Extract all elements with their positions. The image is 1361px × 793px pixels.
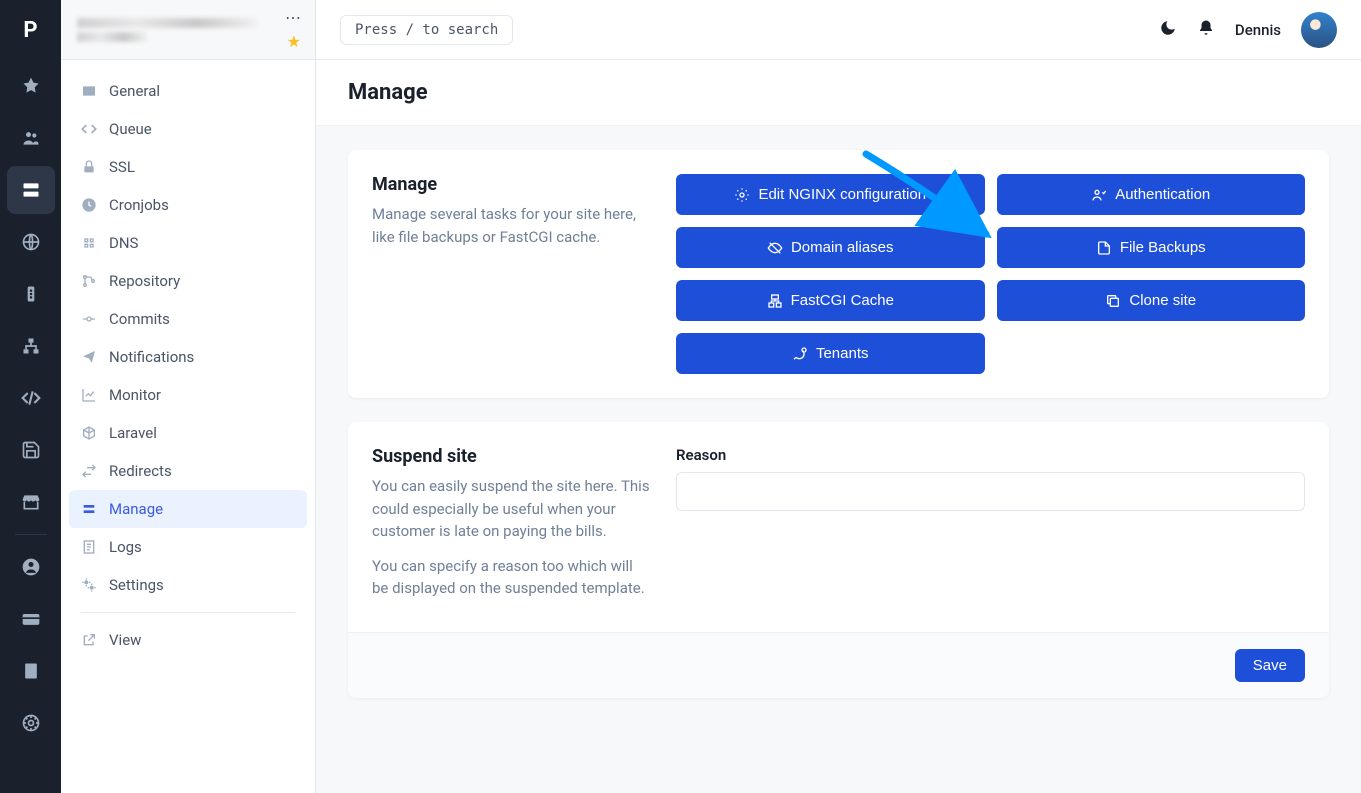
rail-billing-icon[interactable] xyxy=(7,595,55,643)
manage-card-title: Manage xyxy=(372,174,652,195)
rail-help-icon[interactable] xyxy=(7,699,55,747)
sidebar-item-logs[interactable]: Logs xyxy=(69,528,307,566)
search-hint[interactable]: Press / to search xyxy=(340,15,513,45)
dark-mode-icon[interactable] xyxy=(1159,19,1177,41)
rail-rocket-icon[interactable] xyxy=(7,62,55,110)
sidebar-item-dns[interactable]: DNS xyxy=(69,224,307,262)
username[interactable]: Dennis xyxy=(1235,21,1281,39)
manage-card-description: Manage several tasks for your site here,… xyxy=(372,203,652,248)
rail-save-icon[interactable] xyxy=(7,426,55,474)
clone-site-button[interactable]: Clone site xyxy=(997,280,1306,321)
sidebar-item-settings[interactable]: Settings xyxy=(69,566,307,604)
sidebar-item-redirects[interactable]: Redirects xyxy=(69,452,307,490)
sidebar-item-monitor[interactable]: Monitor xyxy=(69,376,307,414)
suspend-desc-1: You can easily suspend the site here. Th… xyxy=(372,475,652,543)
domain-aliases-button[interactable]: Domain aliases xyxy=(676,227,985,268)
sidebar-item-repository[interactable]: Repository xyxy=(69,262,307,300)
rail-server-icon[interactable] xyxy=(7,166,55,214)
reason-label: Reason xyxy=(676,446,1305,464)
edit-nginx-button[interactable]: Edit NGINX configuration xyxy=(676,174,985,215)
file-backups-button[interactable]: File Backups xyxy=(997,227,1306,268)
suspend-card-title: Suspend site xyxy=(372,446,652,467)
authentication-button[interactable]: Authentication xyxy=(997,174,1306,215)
sidebar-item-notifications[interactable]: Notifications xyxy=(69,338,307,376)
suspend-card: Suspend site You can easily suspend the … xyxy=(348,422,1329,698)
tenants-button[interactable]: Tenants xyxy=(676,333,985,374)
sidebar-item-view[interactable]: View xyxy=(69,621,307,659)
suspend-desc-2: You can specify a reason too which will … xyxy=(372,555,652,600)
page-title: Manage xyxy=(348,80,1329,105)
sidebar-item-cronjobs[interactable]: Cronjobs xyxy=(69,186,307,224)
rail-traffic-icon[interactable] xyxy=(7,270,55,318)
manage-card: Manage Manage several tasks for your sit… xyxy=(348,150,1329,398)
rail-users-icon[interactable] xyxy=(7,114,55,162)
sidebar-site-header[interactable]: ⋯ ★ xyxy=(61,0,315,60)
rail-network-icon[interactable] xyxy=(7,322,55,370)
rail-store-icon[interactable] xyxy=(7,478,55,526)
save-button[interactable]: Save xyxy=(1235,649,1305,682)
brand-logo[interactable]: P xyxy=(0,0,61,60)
rail-account-icon[interactable] xyxy=(7,543,55,591)
star-icon[interactable]: ★ xyxy=(287,32,301,51)
sidebar-item-laravel[interactable]: Laravel xyxy=(69,414,307,452)
bell-icon[interactable] xyxy=(1197,19,1215,41)
sidebar-item-general[interactable]: General xyxy=(69,72,307,110)
more-icon[interactable]: ⋯ xyxy=(285,8,301,27)
sidebar-item-ssl[interactable]: SSL xyxy=(69,148,307,186)
sidebar-item-commits[interactable]: Commits xyxy=(69,300,307,338)
rail-code-icon[interactable] xyxy=(7,374,55,422)
reason-input[interactable] xyxy=(676,472,1305,511)
rail-docs-icon[interactable] xyxy=(7,647,55,695)
rail-globe-icon[interactable] xyxy=(7,218,55,266)
sidebar-item-manage[interactable]: Manage xyxy=(69,490,307,528)
avatar[interactable] xyxy=(1301,12,1337,48)
sidebar-item-queue[interactable]: Queue xyxy=(69,110,307,148)
fastcgi-cache-button[interactable]: FastCGI Cache xyxy=(676,280,985,321)
